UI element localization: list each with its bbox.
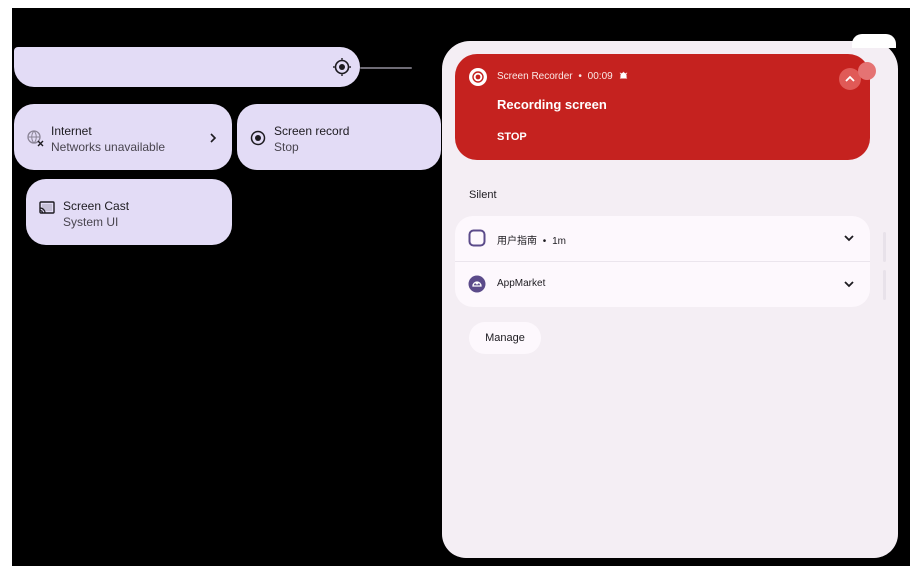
scroll-indicator	[883, 232, 886, 262]
tile-internet-status: Networks unavailable	[51, 140, 166, 154]
chevron-right-icon	[208, 131, 218, 143]
screen-record-icon	[469, 68, 487, 86]
cast-icon	[38, 199, 56, 217]
app-square-icon	[468, 229, 486, 247]
elapsed-time: 00:09	[587, 71, 613, 82]
screen-recorder-notification[interactable]: Screen Recorder • 00:09 Recording screen…	[455, 54, 870, 160]
notification-appmarket[interactable]: AppMarket	[455, 262, 870, 307]
notification-header: 用户指南 • 1m	[497, 232, 566, 247]
separator: •	[578, 71, 582, 82]
shade-edge	[852, 34, 896, 48]
scroll-indicator	[883, 270, 886, 300]
tile-screen-record[interactable]: Screen record Stop	[237, 104, 441, 170]
tile-internet[interactable]: Internet Networks unavailable	[14, 104, 232, 170]
stop-button[interactable]: STOP	[497, 131, 527, 143]
notification-app-name: Screen Recorder	[497, 71, 573, 82]
tile-screen-cast-status: System UI	[63, 215, 119, 229]
tile-screen-cast[interactable]: Screen Cast System UI	[26, 179, 232, 245]
screen-record-icon	[249, 129, 267, 147]
silent-notifications: 用户指南 • 1m AppMarket	[455, 216, 870, 307]
app-market-icon	[468, 275, 486, 293]
chevron-down-icon[interactable]	[842, 277, 856, 291]
notification-title: Recording screen	[497, 97, 607, 112]
separator: •	[542, 236, 547, 247]
notification-app-name: 用户指南	[497, 236, 537, 247]
brightness-icon	[332, 57, 352, 77]
tile-internet-label: Internet	[51, 124, 92, 138]
notification-header: Screen Recorder • 00:09	[497, 71, 628, 82]
peek-badge	[858, 62, 876, 80]
notification-user-guide[interactable]: 用户指南 • 1m	[455, 216, 870, 262]
wifi-off-icon	[26, 129, 44, 147]
manage-button[interactable]: Manage	[469, 322, 541, 354]
brightness-track[interactable]	[360, 67, 412, 69]
tile-screen-record-status: Stop	[274, 140, 299, 154]
brightness-slider[interactable]	[14, 47, 360, 87]
notification-time: 1m	[552, 236, 566, 247]
notification-app-name: AppMarket	[497, 278, 546, 289]
section-label-silent: Silent	[469, 189, 497, 201]
chevron-down-icon[interactable]	[842, 231, 856, 245]
tile-screen-cast-label: Screen Cast	[63, 199, 130, 213]
alert-icon	[619, 71, 628, 80]
tile-screen-record-label: Screen record	[274, 124, 350, 138]
